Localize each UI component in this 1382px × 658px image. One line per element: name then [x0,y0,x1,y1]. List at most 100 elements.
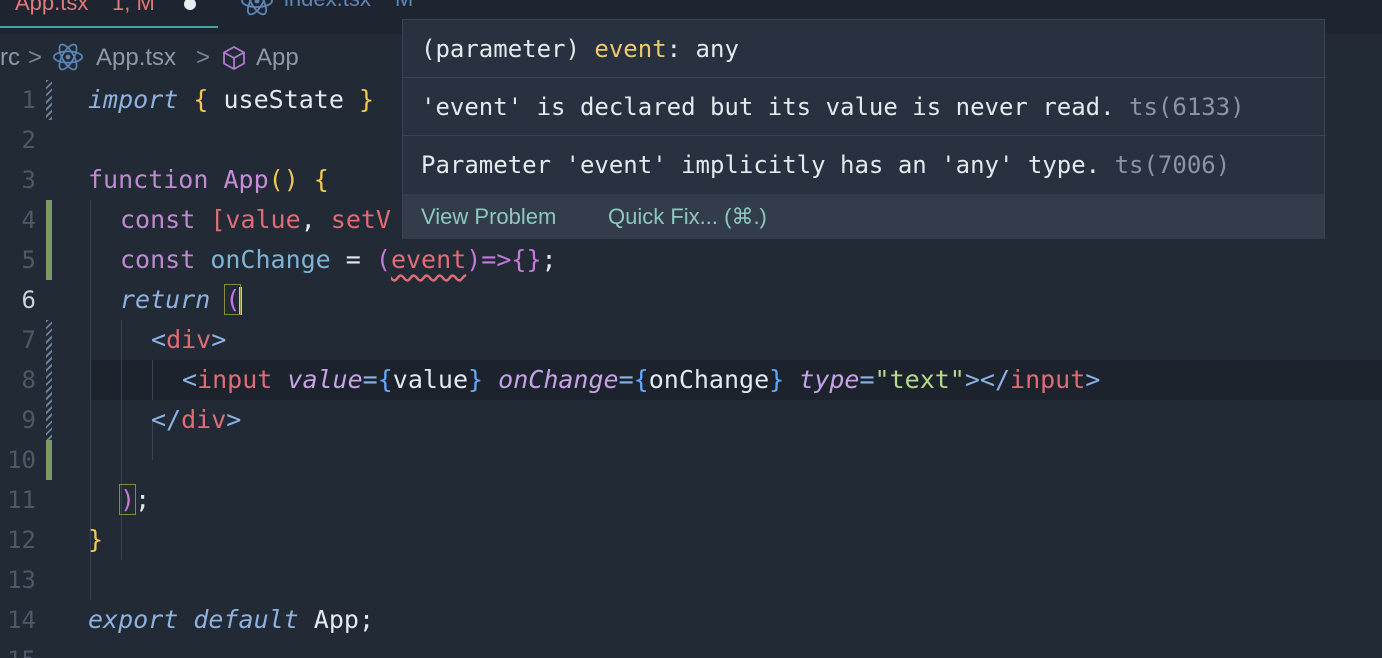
keyword-function: function [88,165,209,194]
equals: = [859,365,875,394]
line-number: 15 [0,640,36,658]
tag-bracket: > [1085,365,1101,394]
tag-bracket: < [182,365,198,394]
vscode-editor-window: App.tsx 1, M index.tsx M rc > [0,0,1382,658]
react-icon [240,0,274,22]
semicolon: ; [541,245,557,274]
hover-signature: (parameter) event: any [403,20,1326,78]
signature-type: : any [666,35,739,63]
attribute: value [287,365,363,394]
code-line-14: export default App; [0,600,1382,640]
brace: { [193,85,209,114]
tab-label: index.tsx [284,0,371,12]
brace: { [298,165,329,194]
cube-icon [220,44,248,79]
operator: = [330,245,376,274]
tag-name: div [166,325,212,354]
keyword-export: export [88,605,179,634]
breadcrumb-file[interactable]: App.tsx [96,44,176,72]
tag-name: div [181,405,227,434]
code-line-8: <input value={value} onChange={onChange}… [0,360,1382,400]
bracket: [ [210,205,226,234]
signature-name: event [594,35,667,63]
arrow: => [481,245,512,274]
diagnostic-code: ts(6133) [1129,93,1245,121]
brace: } [769,365,785,394]
breadcrumb-symbol[interactable]: App [256,44,299,72]
diagnostic-message: 'event' is declared but its value is nev… [421,93,1115,121]
code-line-5: const onChange = (event)=>{}; [0,240,1382,280]
tag-bracket: </ [151,405,182,434]
paren: ) [466,245,482,274]
brace: } [358,85,375,114]
keyword-const: const [120,245,196,274]
gutter-modified-marker[interactable] [46,440,52,480]
keyword-default: default [193,605,299,634]
react-icon [52,42,84,79]
equals: = [618,365,634,394]
hover-tooltip: (parameter) event: any 'event' is declar… [402,19,1326,239]
identifier: onChange [195,245,331,274]
code-line-9: </div> [0,400,1382,440]
semicolon: ; [135,485,151,514]
function-name: App [208,165,269,194]
brace: } [88,525,104,554]
semicolon: ; [358,605,375,634]
code-line-11: ); [0,480,1382,520]
breadcrumb-folder[interactable]: rc [0,44,20,72]
parameter-event[interactable]: event [391,245,466,274]
paren-matched: ) [118,484,137,515]
hover-diagnostic-implicit-any: Parameter 'event' implicitly has an 'any… [403,136,1326,194]
line-number: 13 [7,566,36,594]
unsaved-dot-icon[interactable] [184,0,196,10]
identifier: value [225,205,301,234]
text-cursor [239,287,243,315]
signature-prefix: (parameter) [421,35,595,63]
attribute: type [799,365,860,394]
tab-label: App.tsx [15,0,89,15]
code-line-12: } [0,520,1382,560]
brace: { [377,365,393,394]
view-problem-link[interactable]: View Problem [421,204,556,230]
identifier: App [298,605,359,634]
keyword-const: const [120,205,196,234]
keyword-import: import [88,85,179,114]
code-line-6: return ( [0,280,1382,320]
paren-matched: ( [224,284,242,315]
tag-name: input [1010,365,1086,394]
keyword-return: return [120,285,211,314]
paren: ( [375,245,391,274]
code-line-7: <div> [0,320,1382,360]
identifier: onChange [648,365,770,394]
breadcrumb: rc > App.tsx > App [0,38,420,80]
line-number: 10 [7,446,36,474]
tag-bracket: > [226,405,242,434]
tag-bracket: < [151,325,167,354]
attribute: onChange [498,365,619,394]
line-number: 2 [21,126,36,154]
tab-app-tsx[interactable]: App.tsx 1, M [0,0,218,28]
tag-bracket: ></ [964,365,1011,394]
diagnostic-code: ts(7006) [1114,151,1231,179]
body: {} [511,245,542,274]
tag-bracket: > [211,325,227,354]
parens: () [268,165,299,194]
identifier: value [392,365,469,394]
brace: { [633,365,649,394]
brace: } [468,365,484,394]
string: "text" [874,365,965,394]
equals: = [362,365,378,394]
tab-badge: M [395,0,413,12]
tab-badge: 1, M [112,0,155,15]
breadcrumb-separator: > [28,44,43,71]
breadcrumb-separator: > [196,44,211,71]
identifier: setV [330,205,391,234]
comma: , [300,205,331,234]
hover-actions: View Problem Quick Fix... (⌘.) [403,194,1324,239]
diagnostic-message: Parameter 'event' implicitly has an 'any… [421,151,1101,179]
tag-name: input [197,365,273,394]
tab-index-tsx[interactable]: index.tsx M [240,0,440,18]
identifier: useState [208,85,359,114]
hover-diagnostic-unused: 'event' is declared but its value is nev… [403,78,1326,136]
quick-fix-link[interactable]: Quick Fix... (⌘.) [608,204,767,230]
